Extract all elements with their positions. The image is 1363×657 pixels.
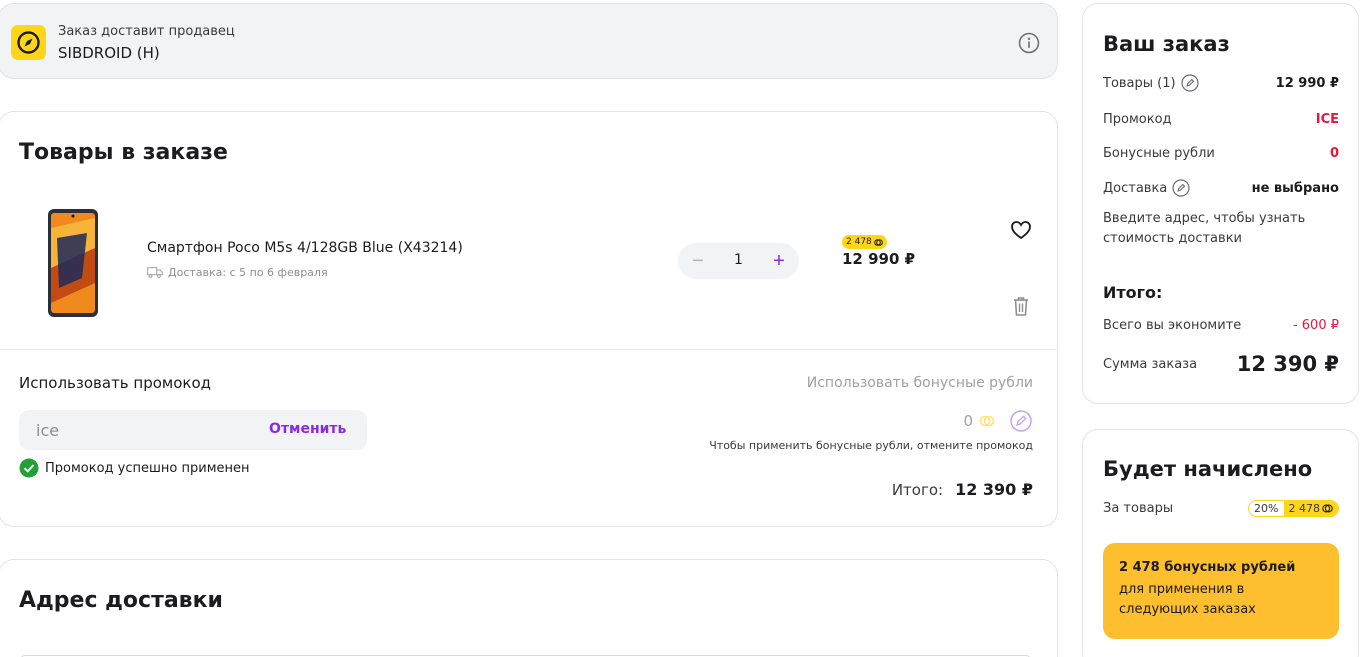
product-price: 12 990 ₽ (842, 250, 916, 268)
accrual-info-box: 2 478 бонусных рублей для применения в с… (1103, 543, 1339, 639)
order-itogo: Итого: (1103, 283, 1163, 302)
seller-banner: Заказ доставит продавец SIBDROID (H) (0, 3, 1058, 79)
accrual-title: Будет начислено (1103, 457, 1313, 481)
order-goods-label: Товары (1) (1103, 75, 1176, 91)
bonus-coin-icon (1322, 504, 1333, 513)
edit-icon[interactable] (1172, 179, 1190, 197)
promo-field: Отменить (19, 410, 367, 450)
promo-success: Промокод успешно применен (19, 458, 250, 478)
order-sum-value: 12 390 ₽ (1236, 352, 1339, 376)
order-summary-card (1082, 3, 1359, 404)
product-name[interactable]: Смартфон Poco M5s 4/128GB Blue (X43214) (147, 240, 463, 256)
accrual-box-subtitle: для применения в следующих заказах (1119, 582, 1256, 617)
accrual-goods-label: За товары (1103, 501, 1174, 516)
order-delivery-value: не выбрано (1251, 180, 1339, 196)
accrual-badge: 20% 2 478 (1248, 500, 1339, 517)
order-delivery-row: Доставка не выбрано (1103, 179, 1339, 197)
heart-icon[interactable] (1010, 219, 1032, 241)
quantity-value: 1 (734, 252, 743, 268)
trash-icon[interactable] (1011, 295, 1031, 317)
accrual-percent: 20% (1249, 501, 1284, 516)
accrual-amount: 2 478 (1288, 502, 1321, 515)
accrual-box-title: 2 478 бонусных рублей (1119, 560, 1296, 575)
quantity-stepper: − 1 + (678, 243, 799, 279)
order-delivery-label: Доставка (1103, 180, 1168, 196)
product-image[interactable] (47, 208, 99, 318)
goods-title: Товары в заказе (19, 140, 228, 165)
bonus-coin-icon (979, 415, 995, 427)
delivery-hint: Введите адрес, чтобы узнать стоимость до… (1103, 211, 1306, 246)
order-promo-label: Промокод (1103, 112, 1172, 127)
goods-divider (0, 349, 1058, 350)
promo-success-text: Промокод успешно применен (45, 460, 250, 476)
order-title: Ваш заказ (1103, 32, 1230, 56)
bonus-row: 0 (963, 409, 1033, 433)
order-sum-label: Сумма заказа (1103, 356, 1198, 372)
increase-button[interactable]: + (767, 249, 791, 273)
order-bonus-value: 0 (1329, 146, 1339, 161)
order-savings-label: Всего вы экономите (1103, 318, 1242, 333)
order-promo-value: ICE (1315, 112, 1339, 127)
decrease-button[interactable]: − (686, 249, 710, 273)
order-goods-value: 12 990 ₽ (1275, 75, 1339, 91)
goods-total-value: 12 390 ₽ (955, 480, 1033, 499)
edit-icon[interactable] (1180, 74, 1199, 92)
order-bonus-row: Бонусные рубли 0 (1103, 146, 1339, 161)
goods-total: Итого: 12 390 ₽ (892, 480, 1033, 499)
seller-name: SIBDROID (H) (58, 44, 160, 62)
bonus-hint: Чтобы применить бонусные рубли, отмените… (709, 439, 1033, 452)
seller-logo (11, 25, 46, 60)
order-goods-row: Товары (1) 12 990 ₽ (1103, 74, 1339, 92)
goods-total-label: Итого: (891, 481, 944, 499)
order-savings-value: - 600 ₽ (1292, 318, 1339, 333)
order-sum-row: Сумма заказа 12 390 ₽ (1103, 352, 1339, 376)
promo-input[interactable] (19, 410, 239, 450)
accrual-amount-wrap: 2 478 (1283, 501, 1338, 516)
bonus-amount: 0 (963, 412, 973, 430)
order-savings-row: Всего вы экономите - 600 ₽ (1103, 318, 1339, 333)
product-delivery: Доставка: с 5 по 6 февраля (147, 266, 328, 279)
checkout-page: Заказ доставит продавец SIBDROID (H) Тов… (0, 0, 1363, 657)
bonus-badge: 2 478 (842, 235, 887, 249)
truck-icon (147, 267, 163, 278)
edit-icon[interactable] (1009, 409, 1033, 433)
info-icon[interactable] (1018, 32, 1040, 54)
bonus-label: Использовать бонусные рубли (806, 375, 1033, 391)
bonus-coin-icon (873, 238, 883, 246)
address-title: Адрес доставки (19, 588, 223, 613)
promo-label: Использовать промокод (19, 374, 212, 392)
seller-caption: Заказ доставит продавец (58, 24, 235, 39)
accrual-goods-row: За товары 20% 2 478 (1103, 500, 1339, 517)
delivery-dates: Доставка: с 5 по 6 февраля (168, 266, 328, 279)
order-promo-row: Промокод ICE (1103, 112, 1339, 127)
bonus-badge-value: 2 478 (846, 237, 872, 247)
promo-cancel-button[interactable]: Отменить (269, 421, 346, 437)
navigation-icon (17, 31, 40, 54)
check-circle-icon (19, 458, 39, 478)
order-bonus-label: Бонусные рубли (1103, 146, 1215, 161)
